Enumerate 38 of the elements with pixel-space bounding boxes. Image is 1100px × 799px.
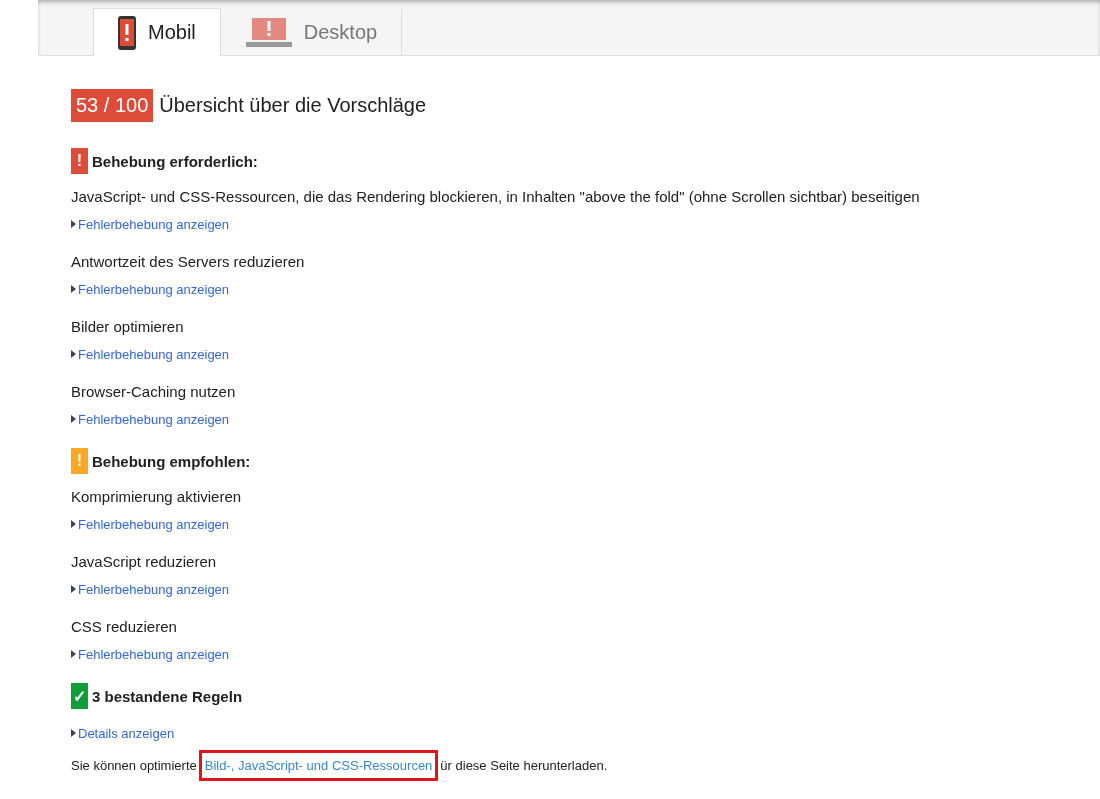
- show-fix-link[interactable]: Fehlerbehebung anzeigen: [71, 281, 230, 297]
- check-icon: ✓: [71, 683, 88, 709]
- show-fix-link[interactable]: Fehlerbehebung anzeigen: [71, 346, 230, 362]
- rule-title: Antwortzeit des Servers reduzieren: [71, 253, 306, 270]
- caret-icon: [71, 350, 76, 358]
- show-fix-link[interactable]: Fehlerbehebung anzeigen: [71, 411, 230, 427]
- rule-title: JavaScript- und CSS-Ressourcen, die das Rendering blockieren, in Inhalten "above the fold" (ohne Scrollen sichtbar) beseitigen: [71, 188, 921, 205]
- caret-icon: [71, 415, 76, 423]
- tab[interactable]: Mobil: [93, 8, 221, 56]
- laptop-icon: [245, 17, 292, 48]
- resources-link[interactable]: Bild-, JavaScript- und CSS-Ressourcen: [204, 758, 433, 773]
- rule-title: CSS reduzieren: [71, 618, 178, 635]
- caret-icon: [71, 520, 76, 528]
- section-heading: Behebung erforderlich:: [92, 152, 258, 170]
- show-fix-link[interactable]: Fehlerbehebung anzeigen: [71, 516, 230, 532]
- score-badge: 53 / 100: [71, 89, 154, 122]
- rule-title: JavaScript reduzieren: [71, 553, 218, 570]
- caret-icon: [71, 650, 76, 658]
- show-fix-link[interactable]: Fehlerbehebung anzeigen: [71, 581, 230, 597]
- rule-title: Browser-Caching nutzen: [71, 383, 237, 400]
- caret-icon: [71, 285, 76, 293]
- caret-icon: [71, 585, 76, 593]
- details-link[interactable]: Details anzeigen: [71, 725, 175, 741]
- caret-icon: [71, 729, 76, 737]
- alert-icon: !: [71, 148, 88, 174]
- section-heading: 3 bestandene Regeln: [92, 687, 243, 705]
- page-title: Übersicht über die Vorschläge: [159, 94, 427, 117]
- rule-title: Komprimierung aktivieren: [71, 488, 243, 505]
- warning-icon: !: [71, 448, 88, 474]
- tab[interactable]: Desktop: [220, 8, 403, 56]
- footer-text: ür diese Seite herunterladen.: [440, 758, 608, 773]
- show-fix-link[interactable]: Fehlerbehebung anzeigen: [71, 646, 230, 662]
- phone-icon: [118, 15, 136, 50]
- show-fix-link[interactable]: Fehlerbehebung anzeigen: [71, 216, 230, 232]
- caret-icon: [71, 220, 76, 228]
- rule-title: Bilder optimieren: [71, 318, 185, 335]
- footer-text: Sie können optimierte: [71, 758, 197, 773]
- section-heading: Behebung empfohlen:: [92, 452, 251, 470]
